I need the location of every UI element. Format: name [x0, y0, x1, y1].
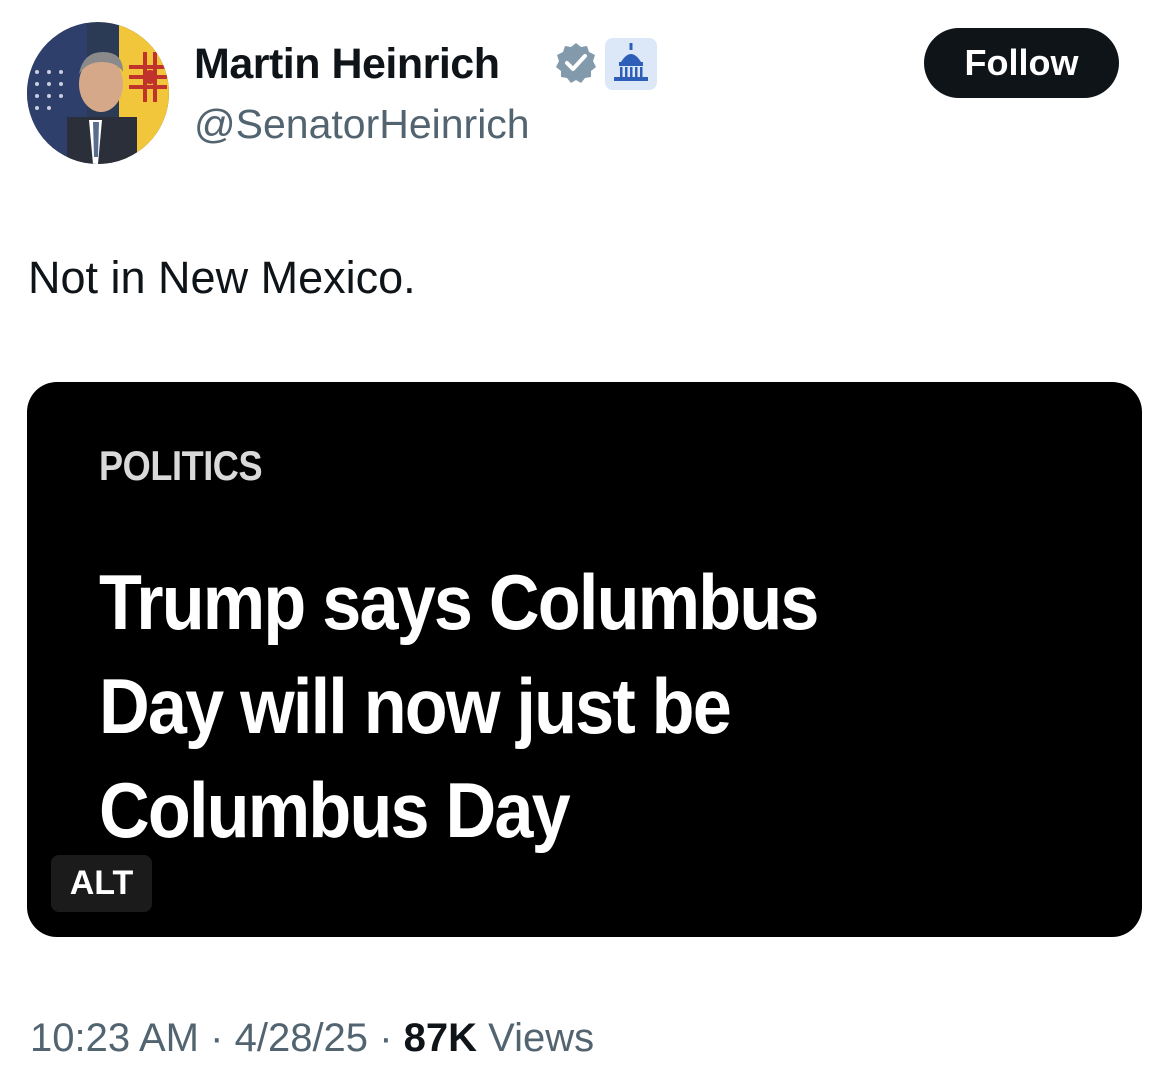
media-headline: Trump says Columbus Day will now just be…	[99, 550, 999, 862]
follow-button[interactable]: Follow	[924, 28, 1119, 98]
meta-separator: ·	[210, 1016, 224, 1060]
media-headline-line: Columbus Day	[99, 766, 571, 854]
tweet-time[interactable]: 10:23 AM	[30, 1016, 199, 1060]
display-name[interactable]: Martin Heinrich	[194, 36, 500, 92]
tweet-meta: 10:23 AM · 4/28/25 · 87K Views	[30, 1010, 594, 1066]
views-label[interactable]: Views	[488, 1016, 594, 1060]
tweet-date[interactable]: 4/28/25	[235, 1016, 368, 1060]
author-handle[interactable]: @SenatorHeinrich	[194, 98, 530, 150]
tweet-media-image[interactable]: POLITICS Trump says Columbus Day will no…	[27, 382, 1142, 937]
media-category-label: POLITICS	[99, 442, 263, 489]
alt-text-button[interactable]: ALT	[51, 855, 152, 912]
media-headline-line: Day will now just be	[99, 662, 732, 750]
avatar[interactable]	[27, 22, 169, 164]
meta-separator: ·	[379, 1016, 393, 1060]
media-headline-line: Trump says Columbus	[99, 558, 819, 646]
verified-badge-icon[interactable]	[554, 41, 598, 85]
views-count[interactable]: 87K	[404, 1016, 477, 1060]
capitol-building-icon[interactable]	[605, 38, 657, 90]
tweet-text: Not in New Mexico.	[28, 252, 416, 303]
profile-photo	[27, 22, 169, 164]
